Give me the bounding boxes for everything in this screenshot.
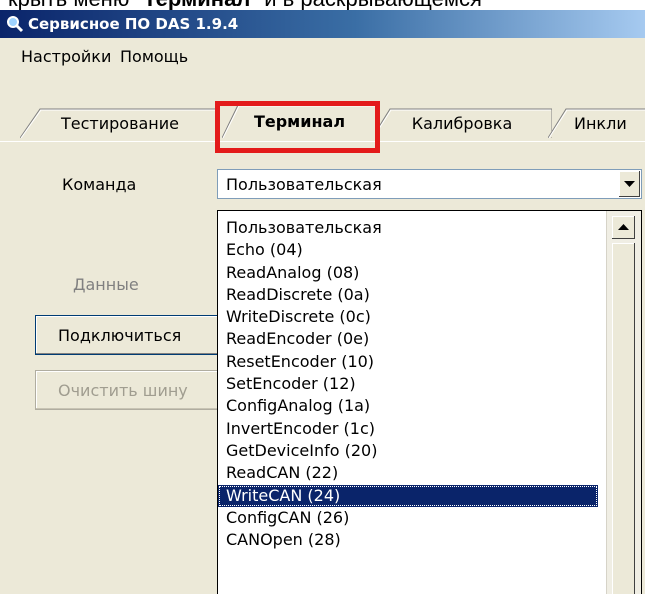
dropdown-option[interactable]: ConfigAnalog (1a): [218, 395, 598, 417]
dropdown-option[interactable]: WriteCAN (24): [218, 484, 598, 507]
tab-inclinometer-label: Инкли: [574, 113, 627, 133]
instruction-caption: крыть меню "Терминал" и в раскрывающемся: [0, 0, 645, 10]
dropdown-options: Пользовательская Echo (04) ReadAnalog (08)…: [218, 217, 598, 551]
app-window: Сервисное ПО DAS 1.9.4 Настройки Помощь …: [0, 10, 645, 594]
dropdown-scrollbar[interactable]: [606, 211, 641, 594]
arrow-up-icon: [618, 224, 629, 230]
tab-highlight-frame: [215, 101, 380, 153]
dropdown-option[interactable]: Пользовательская: [218, 217, 598, 239]
dropdown-option[interactable]: ReadDiscrete (0a): [218, 284, 598, 306]
connect-button[interactable]: Подключиться: [35, 315, 225, 355]
dropdown-option[interactable]: ResetEncoder (10): [218, 351, 598, 373]
menu-settings[interactable]: Настройки: [21, 47, 111, 66]
caption-text: крыть меню "Терминал" и в раскрывающемся: [8, 0, 482, 10]
dropdown-option[interactable]: WriteDiscrete (0c): [218, 306, 598, 328]
dropdown-option[interactable]: ReadAnalog (08): [218, 262, 598, 284]
chevron-down-icon: [624, 180, 635, 187]
clear-bus-button[interactable]: Очистить шину: [35, 370, 225, 410]
dropdown-option[interactable]: Echo (04): [218, 239, 598, 261]
menu-help[interactable]: Помощь: [120, 47, 188, 66]
menu-bar: Настройки Помощь: [0, 38, 645, 76]
tab-testing-label: Тестирование: [60, 113, 179, 133]
window-title: Сервисное ПО DAS 1.9.4: [28, 15, 239, 33]
dropdown-option[interactable]: InvertEncoder (1c): [218, 418, 598, 440]
combo-dropdown-button[interactable]: [618, 171, 640, 197]
command-select[interactable]: Пользовательская: [217, 169, 642, 199]
magnifier-icon: [7, 16, 24, 33]
scroll-up-button[interactable]: [612, 216, 635, 239]
title-bar[interactable]: Сервисное ПО DAS 1.9.4: [0, 10, 645, 38]
command-label: Команда: [62, 175, 137, 194]
dropdown-option[interactable]: ConfigCAN (26): [218, 507, 598, 529]
command-select-value: Пользовательская: [226, 175, 382, 194]
command-dropdown-list[interactable]: Пользовательская Echo (04) ReadAnalog (08)…: [217, 210, 642, 594]
dropdown-option[interactable]: ReadCAN (22): [218, 462, 598, 484]
dropdown-option[interactable]: ReadEncoder (0e): [218, 328, 598, 350]
data-label: Данные: [73, 275, 139, 294]
scroll-thumb[interactable]: [612, 243, 635, 594]
dropdown-option[interactable]: CANOpen (28): [218, 529, 598, 551]
tab-calibration-label: Калибровка: [411, 113, 513, 133]
tab-testing[interactable]: Тестирование: [20, 108, 220, 138]
dropdown-option[interactable]: SetEncoder (12): [218, 373, 598, 395]
tab-calibration[interactable]: Калибровка: [372, 108, 552, 138]
tab-inclinometer[interactable]: Инкли: [548, 108, 645, 138]
dropdown-option[interactable]: GetDeviceInfo (20): [218, 440, 598, 462]
